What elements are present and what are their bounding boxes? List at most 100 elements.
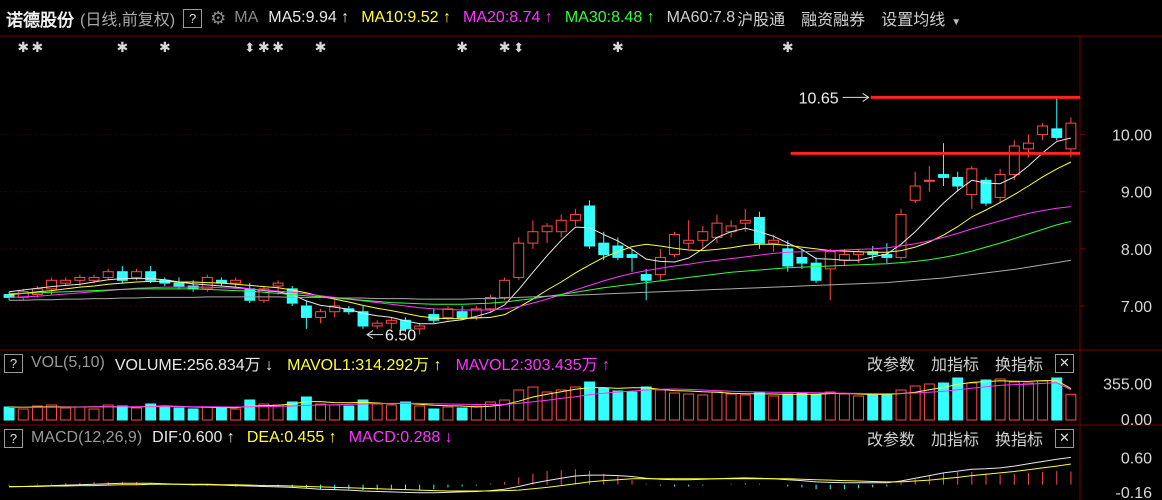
volume-bar [371, 403, 383, 421]
event-star-icon: ✱ [499, 39, 511, 55]
switch-indicator-button[interactable]: 换指标 [995, 351, 1043, 375]
volume-legend-item-1: MAVOL1:314.292万 ↑ [287, 357, 442, 374]
candle-body [513, 242, 525, 278]
candle-body [88, 276, 100, 281]
candle-body [131, 271, 142, 278]
candle-body [683, 239, 695, 244]
event-star-icon: ✱ [272, 39, 284, 55]
candle-body [640, 274, 652, 281]
edit-params-button[interactable]: 改参数 [867, 351, 915, 375]
volume-bar [470, 405, 482, 421]
volume-bar [881, 393, 893, 421]
macd-edit-params-button[interactable]: 改参数 [867, 426, 915, 450]
volume-bar [1008, 381, 1020, 421]
kline-chart[interactable]: ✱ ✱ ✱ ✱ ✱ ✱ ✱ ✱ ✱ ✱ ✱⬍ ⬍10.656.50 7.008.009.0010.00… [0, 0, 1162, 500]
high-price-label: 10.65 [799, 90, 839, 107]
event-arrow-icon: ⬍ [513, 40, 524, 55]
candle-body [499, 279, 511, 298]
macd-panel-buttons: 改参数 加指标 换指标 ✕ [851, 427, 1074, 449]
macd-switch-indicator-button[interactable]: 换指标 [995, 426, 1043, 450]
candle-body [739, 219, 751, 224]
price-tick-label: 7.00 [1121, 299, 1152, 316]
volume-legend: VOLUME:256.834万 ↓ MAVOL1:314.292万 ↑ MAVOL2… [105, 351, 610, 375]
macd-legend-item-2: MACD:0.288 ↓ [348, 429, 453, 446]
volume-bar [697, 394, 709, 421]
volume-bar [541, 391, 553, 421]
macd-tick-label: -0.16 [1116, 485, 1153, 500]
volume-help-icon[interactable]: ? [4, 353, 23, 373]
volume-bar [640, 386, 652, 421]
ma5-line [9, 137, 1072, 325]
candle-body [768, 239, 780, 244]
volume-bar [385, 404, 397, 421]
volume-bar [895, 389, 907, 421]
candle-body [555, 219, 567, 233]
macd-close-icon[interactable]: ✕ [1055, 428, 1074, 448]
volume-bar [725, 393, 737, 421]
volume-bar [683, 393, 695, 421]
macd-indicator-name[interactable]: MACD(12,26,9) [31, 429, 142, 447]
volume-bar [810, 394, 822, 421]
volume-bar [31, 405, 43, 421]
volume-bar [499, 399, 511, 421]
price-tick-label: 9.00 [1121, 185, 1152, 202]
candle-body [796, 256, 808, 264]
close-icon[interactable]: ✕ [1055, 353, 1074, 373]
volume-bar [414, 405, 426, 421]
volume-tick-label: 0.00 [1121, 412, 1152, 429]
volume-bar [569, 386, 581, 421]
candle-body [300, 305, 312, 318]
volume-bars [3, 377, 1077, 421]
candle-body [385, 319, 397, 324]
dea-line [9, 463, 1071, 492]
candle-body [74, 276, 86, 281]
candle-body [782, 248, 794, 267]
volume-bar [527, 386, 539, 421]
volume-bar [1037, 380, 1049, 421]
volume-bar [159, 406, 171, 421]
volume-bar [74, 406, 86, 421]
volume-bar [1065, 393, 1077, 421]
event-star-icon: ✱ [17, 39, 29, 55]
volume-bar [753, 392, 765, 421]
event-star-icon: ✱ [159, 39, 171, 55]
candle-body [697, 231, 709, 241]
candle-body [711, 222, 723, 238]
candle-body [527, 231, 539, 244]
volume-bar [131, 407, 142, 421]
candle-body [810, 262, 822, 281]
macd-legend: DIF:0.600 ↑ DEA:0.455 ↑ MACD:0.288 ↓ [142, 429, 453, 447]
volume-bar [612, 390, 624, 421]
candle-body [966, 168, 978, 196]
volume-indicator-name[interactable]: VOL(5,10) [31, 354, 105, 372]
volume-panel-buttons: 改参数 加指标 换指标 ✕ [851, 352, 1074, 374]
candle-body [1051, 128, 1063, 138]
volume-bar [739, 394, 751, 421]
candle-body [569, 214, 581, 221]
volume-bar [428, 408, 440, 421]
macd-add-indicator-button[interactable]: 加指标 [931, 426, 979, 450]
add-indicator-button[interactable]: 加指标 [931, 351, 979, 375]
candle-body [371, 322, 383, 327]
candle-body [456, 311, 468, 318]
macd-legend-item-0: DIF:0.600 ↑ [152, 429, 235, 446]
candle-body [923, 179, 935, 182]
candle-body [272, 282, 284, 287]
volume-tick-label: 355.00 [1103, 377, 1152, 394]
ma-lines [9, 137, 1072, 325]
volume-bar [626, 391, 638, 421]
volume-bar [215, 407, 227, 421]
candle-body [541, 225, 553, 233]
candle-body [1065, 122, 1077, 150]
volume-bar [60, 407, 72, 421]
candle-body [1022, 142, 1034, 150]
candle-body [173, 282, 185, 287]
volume-bar [173, 407, 185, 421]
macd-tick-label: 0.60 [1121, 450, 1152, 467]
volume-legend-item-0: VOLUME:256.834万 ↓ [114, 357, 274, 374]
candle-body [1008, 145, 1020, 176]
candle-body [46, 279, 58, 290]
macd-help-icon[interactable]: ? [4, 428, 23, 448]
volume-bar [867, 394, 879, 421]
volume-bar [244, 399, 256, 421]
